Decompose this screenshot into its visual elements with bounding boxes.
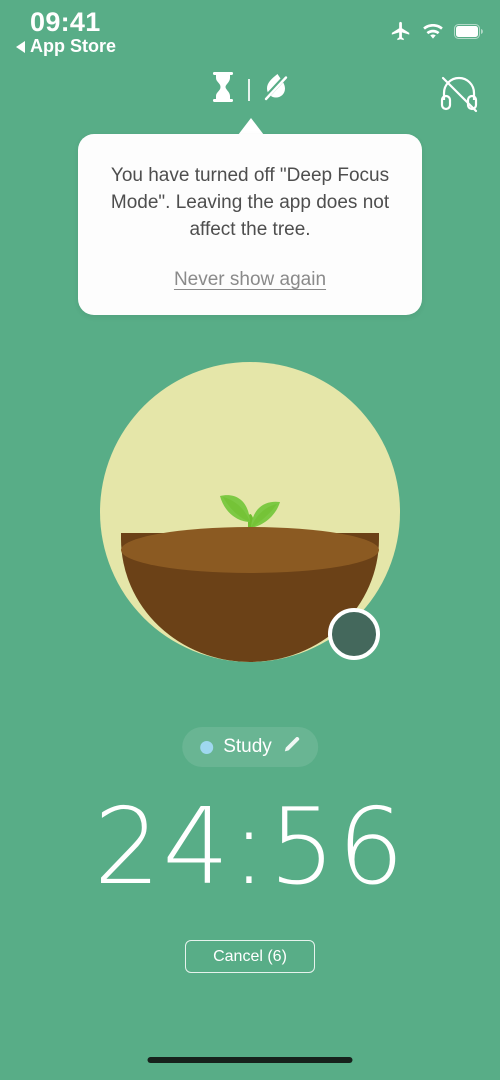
status-bar-indicators bbox=[390, 20, 484, 47]
tooltip-body: You have turned off "Deep Focus Mode". L… bbox=[78, 134, 422, 315]
tag-label: Study bbox=[223, 736, 272, 757]
back-triangle-icon bbox=[16, 40, 25, 53]
hourglass-icon[interactable] bbox=[211, 72, 235, 107]
tree-scene[interactable] bbox=[100, 362, 400, 662]
soil-surface bbox=[121, 527, 379, 573]
tooltip-arrow bbox=[238, 118, 264, 135]
toolbar-divider bbox=[248, 78, 250, 101]
airplane-mode-icon bbox=[390, 20, 412, 47]
back-to-app-store-link[interactable]: App Store bbox=[16, 36, 116, 57]
tag-selector[interactable]: Study bbox=[182, 727, 318, 767]
focus-mode-bar bbox=[0, 72, 500, 122]
pencil-icon[interactable] bbox=[282, 736, 300, 759]
headphones-muted-icon[interactable] bbox=[436, 70, 482, 121]
status-bar-time: 09:41 bbox=[30, 7, 101, 37]
back-link-label: App Store bbox=[30, 36, 117, 56]
deep-focus-off-icon[interactable] bbox=[263, 72, 289, 107]
tooltip-message: You have turned off "Deep Focus Mode". L… bbox=[110, 165, 390, 240]
never-show-again-link[interactable]: Never show again bbox=[174, 269, 326, 291]
focus-mode-toggles bbox=[211, 72, 289, 107]
status-bar: 09:41 App Store bbox=[0, 0, 500, 62]
countdown-timer: 24:56 bbox=[93, 786, 407, 908]
home-indicator[interactable] bbox=[147, 1057, 353, 1063]
tree-species-badge[interactable] bbox=[328, 608, 380, 660]
battery-icon bbox=[454, 23, 484, 44]
cancel-button[interactable]: Cancel (6) bbox=[185, 940, 315, 973]
wifi-icon bbox=[422, 22, 444, 45]
tag-color-dot bbox=[200, 740, 214, 754]
